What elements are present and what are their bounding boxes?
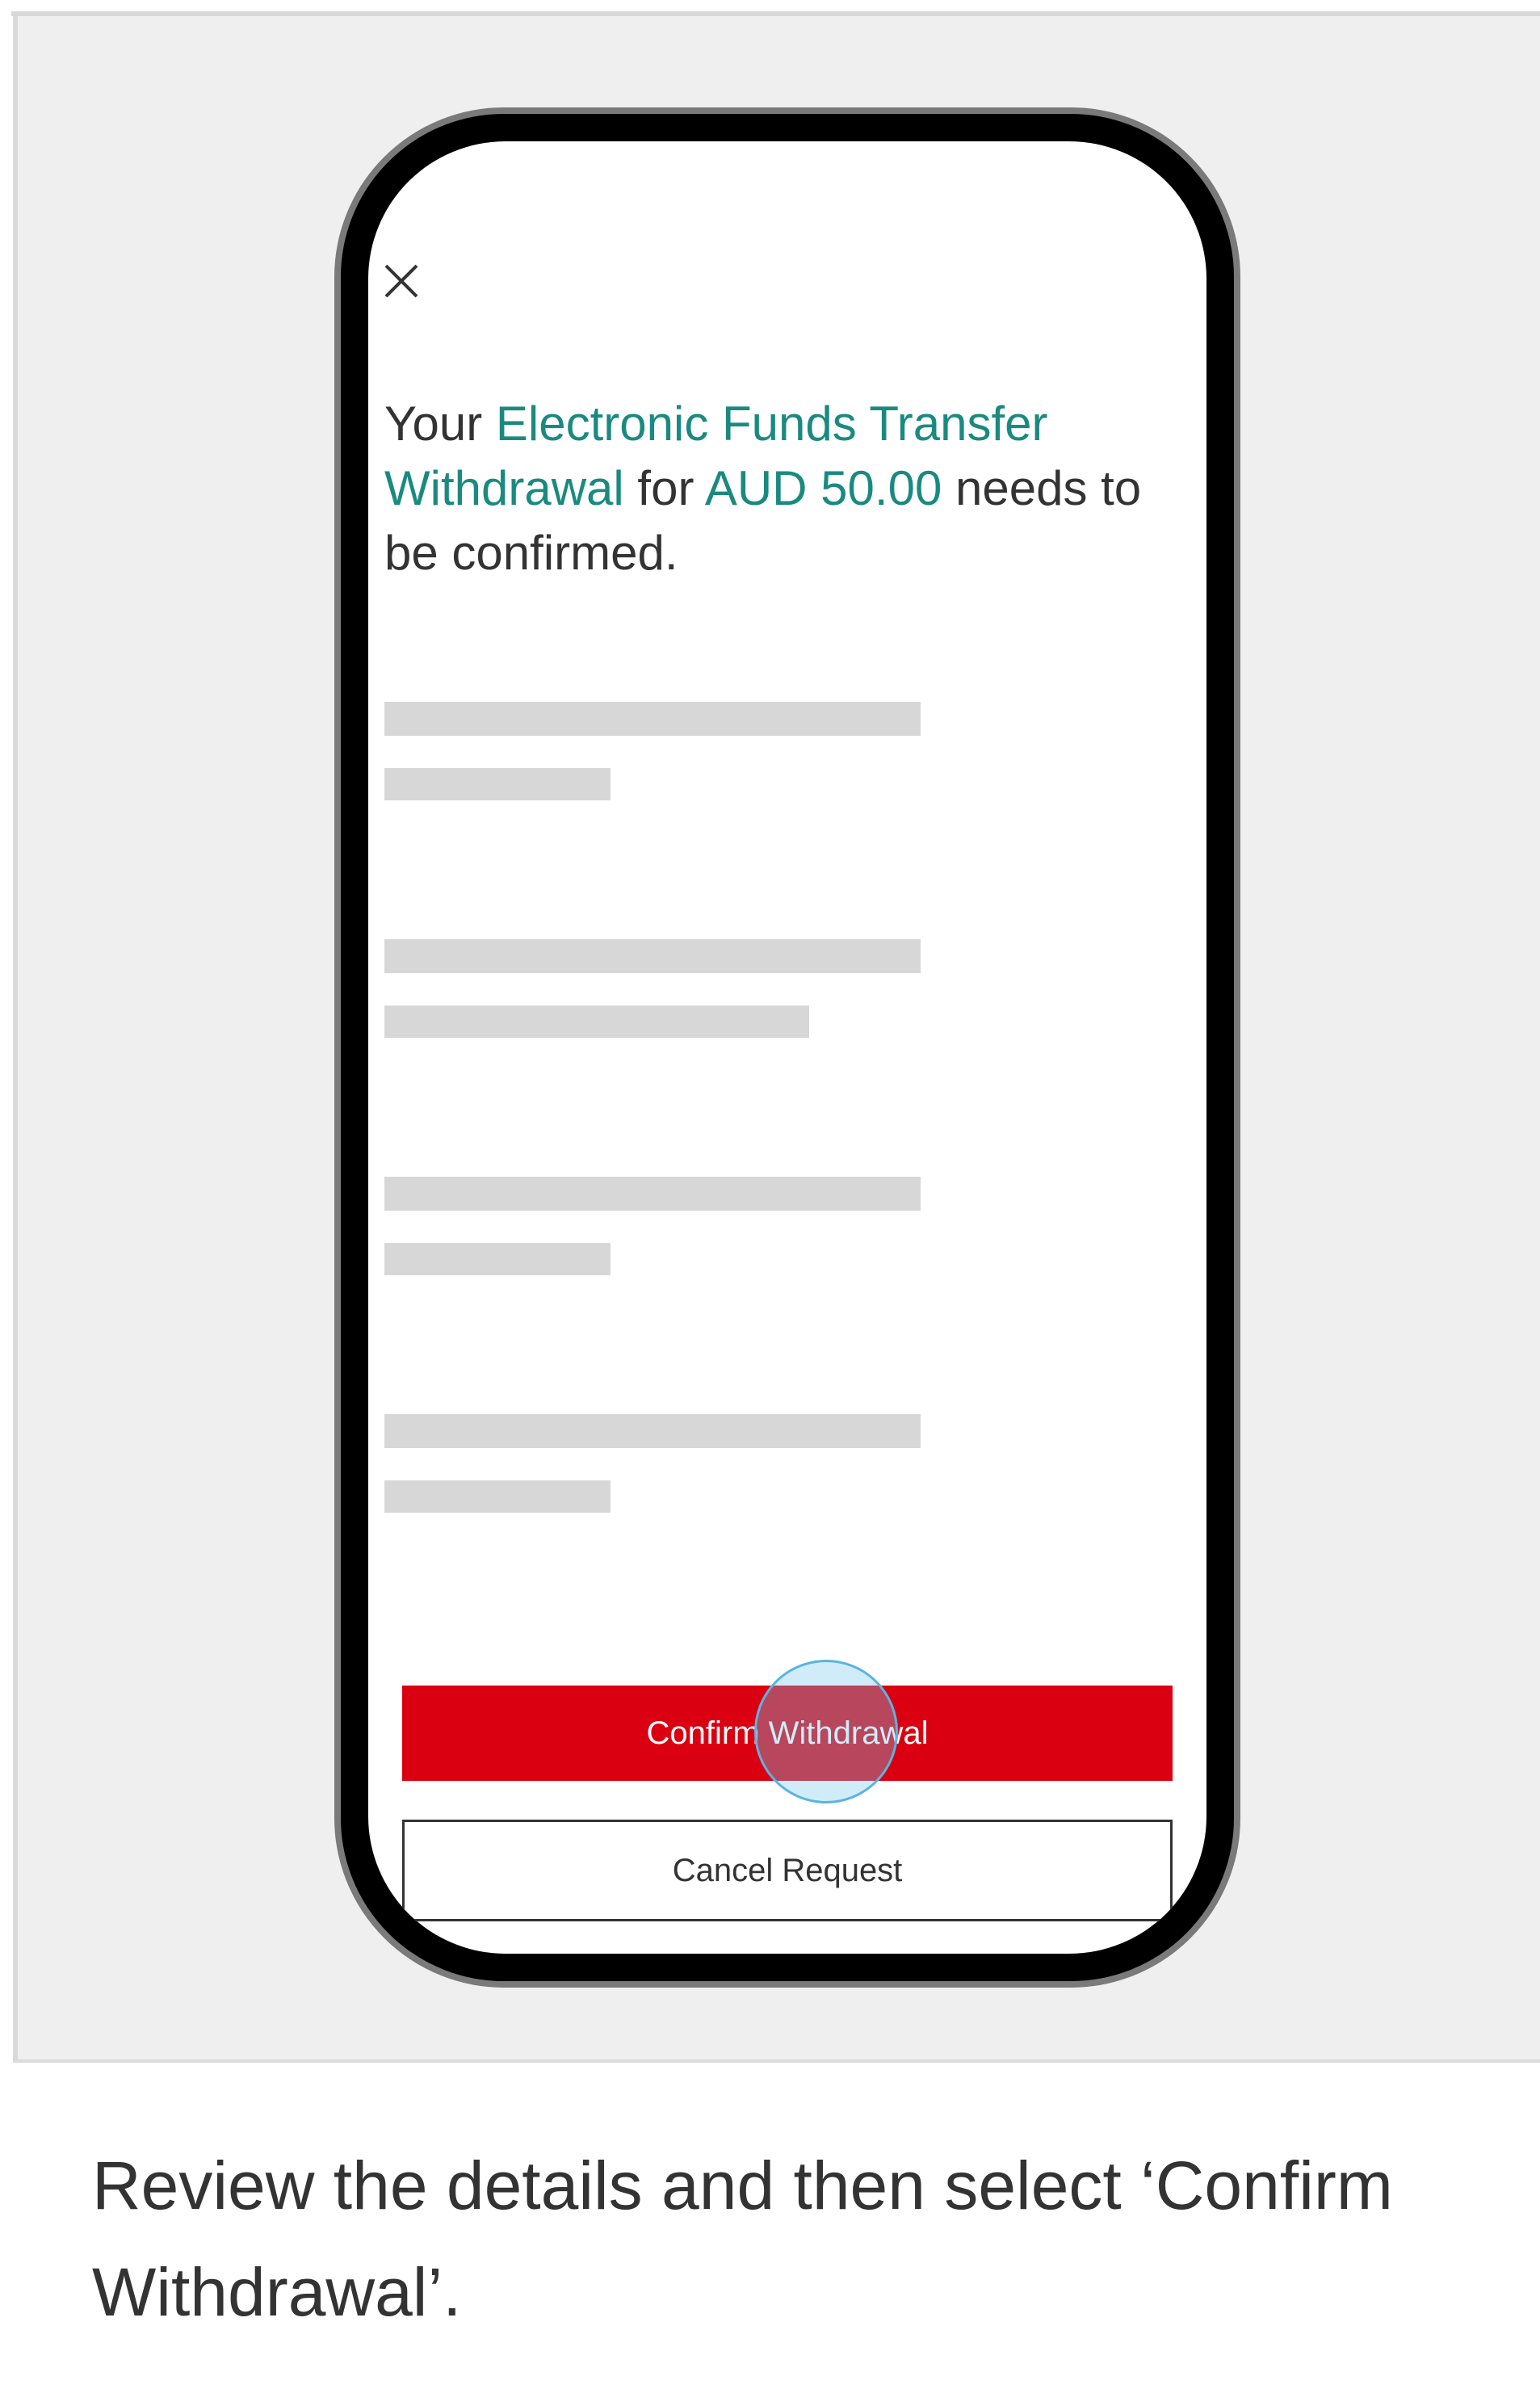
phone-screen: Your Electronic Funds Transfer Withdrawa… [368,141,1206,1954]
detail-placeholder-2-title [384,939,921,973]
detail-placeholder-2-value [384,1006,809,1038]
detail-placeholder-1-title [384,702,921,736]
detail-placeholder-3-value [384,1243,611,1275]
confirmation-headline: Your Electronic Funds Transfer Withdrawa… [384,392,1160,586]
confirm-withdrawal-button[interactable]: Confirm Withdrawal [402,1686,1173,1781]
confirm-withdrawal-label: Confirm Withdrawal [646,1715,929,1751]
cancel-request-label: Cancel Request [672,1852,903,1888]
detail-placeholder-3-title [384,1177,921,1211]
phone-frame: Your Electronic Funds Transfer Withdrawa… [334,107,1240,1988]
headline-prefix: Your [384,397,483,451]
detail-placeholder-4-title [384,1414,921,1448]
close-icon[interactable] [383,262,420,300]
instruction-caption: Review the details and then select ‘Conf… [92,2148,1393,2330]
illustration-panel: Your Electronic Funds Transfer Withdrawa… [13,16,1540,2063]
detail-placeholder-4-value [384,1480,611,1513]
headline-middle: for [637,461,694,515]
transaction-amount: AUD 50.00 [704,461,942,515]
tutorial-card: Your Electronic Funds Transfer Withdrawa… [0,0,1540,2389]
detail-placeholder-1-value [384,768,611,800]
cancel-request-button[interactable]: Cancel Request [402,1820,1173,1921]
